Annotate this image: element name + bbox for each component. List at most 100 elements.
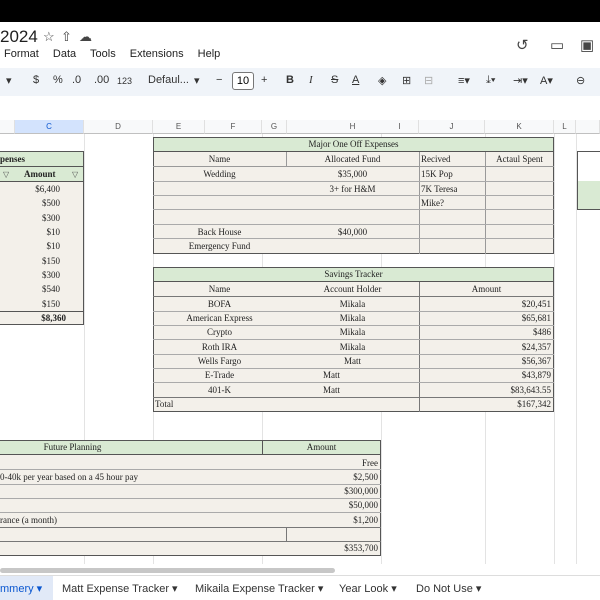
future-total[interactable]: $353,700 xyxy=(262,542,378,555)
menu-data[interactable]: Data xyxy=(53,48,76,60)
horizontal-scrollbar[interactable] xyxy=(0,568,335,573)
savings-row-holder[interactable]: Mikala xyxy=(286,298,419,311)
expense-value[interactable]: $6,400 xyxy=(0,183,60,196)
expense-value[interactable]: $150 xyxy=(0,298,60,311)
tab-matt-expense-tracker[interactable]: Matt Expense Tracker ▾ xyxy=(62,582,178,595)
text-color-button[interactable]: A xyxy=(352,74,359,86)
horizontal-align-icon[interactable]: ≡▾ xyxy=(458,74,470,87)
major-row-received[interactable]: 7K Teresa xyxy=(421,183,457,196)
column-header-m[interactable] xyxy=(576,120,600,134)
bold-button[interactable]: B xyxy=(286,74,294,86)
major-row-name[interactable]: Back House xyxy=(153,226,286,239)
column-header-c[interactable]: C xyxy=(15,120,84,134)
increase-decimal-button[interactable]: .00 xyxy=(94,74,109,86)
savings-row-name[interactable]: BOFA xyxy=(153,298,286,311)
expense-value[interactable]: $540 xyxy=(0,283,60,296)
tab-summary[interactable]: mmery ▾ xyxy=(0,582,42,595)
document-title[interactable]: 2024 xyxy=(0,27,38,47)
borders-icon[interactable]: ⊞ xyxy=(402,74,411,87)
decrease-decimal-button[interactable]: .0 xyxy=(72,74,81,86)
column-header-i[interactable]: I xyxy=(381,120,419,134)
comment-icon[interactable]: ▭ xyxy=(550,36,564,54)
savings-row-name[interactable]: Wells Fargo xyxy=(153,355,286,368)
font-size-input[interactable]: 10 xyxy=(232,72,254,90)
future-row-amount[interactable]: $300,000 xyxy=(262,485,378,498)
future-row-amount[interactable]: $2,500 xyxy=(262,471,378,484)
future-row-amount[interactable]: $50,000 xyxy=(262,499,378,512)
increase-font-button[interactable]: + xyxy=(261,74,267,86)
expense-value[interactable]: $300 xyxy=(0,212,60,225)
column-header-e[interactable]: E xyxy=(153,120,205,134)
savings-row-holder[interactable]: Mikala xyxy=(286,341,419,354)
tab-do-not-use[interactable]: Do Not Use ▾ xyxy=(416,582,481,595)
savings-row-amount[interactable]: $24,357 xyxy=(419,341,551,354)
italic-button[interactable]: I xyxy=(309,74,313,86)
major-row-name[interactable]: Emergency Fund xyxy=(153,240,286,253)
move-icon[interactable]: ⇧ xyxy=(61,29,72,45)
star-icon[interactable]: ☆ xyxy=(43,29,55,45)
column-header-g[interactable]: G xyxy=(262,120,287,134)
future-row-label[interactable]: rance (a month) xyxy=(0,514,57,527)
savings-row-amount[interactable]: $65,681 xyxy=(419,312,551,325)
column-header-k[interactable]: K xyxy=(485,120,554,134)
expense-value[interactable]: $10 xyxy=(0,240,61,253)
major-row-allocated[interactable]: 3+ for H&M xyxy=(286,183,419,196)
column-header-j[interactable]: J xyxy=(419,120,485,134)
tab-mikaila-expense-tracker[interactable]: Mikaila Expense Tracker ▾ xyxy=(195,582,323,595)
major-row-name[interactable]: Wedding xyxy=(153,168,286,181)
menu-format[interactable]: Format xyxy=(4,48,39,60)
savings-row-name[interactable]: Roth IRA xyxy=(153,341,286,354)
filter-icon[interactable]: ▽ xyxy=(72,168,78,181)
font-select[interactable]: Defaul... xyxy=(148,74,189,86)
future-row-label[interactable]: 0-40k per year based on a 45 hour pay xyxy=(0,471,138,484)
menu-tools[interactable]: Tools xyxy=(90,48,116,60)
history-icon[interactable]: ↺ xyxy=(516,36,529,54)
column-header-l[interactable]: L xyxy=(554,120,576,134)
savings-row-holder[interactable]: Mikala xyxy=(286,326,419,339)
expenses-total[interactable]: $8,360 xyxy=(0,312,66,325)
savings-row-holder[interactable]: Matt xyxy=(286,355,419,368)
tab-year-look[interactable]: Year Look ▾ xyxy=(339,582,397,595)
fill-color-icon[interactable]: ◈ xyxy=(378,74,386,87)
savings-row-name[interactable]: American Express xyxy=(153,312,286,325)
expense-value[interactable]: $150 xyxy=(0,255,60,268)
insert-link-icon[interactable]: ⊖ xyxy=(576,74,585,87)
filter-icon[interactable]: ▽ xyxy=(3,168,9,181)
savings-row-name[interactable]: E-Trade xyxy=(153,369,286,382)
savings-row-amount[interactable]: $486 xyxy=(419,326,551,339)
vertical-align-icon[interactable]: ⤓▾ xyxy=(486,74,495,87)
savings-total[interactable]: $167,342 xyxy=(419,398,551,411)
expense-value[interactable]: $10 xyxy=(0,226,61,239)
savings-row-amount[interactable]: $56,367 xyxy=(419,355,551,368)
column-header-partial[interactable] xyxy=(0,120,15,134)
merge-cells-icon[interactable]: ⊟ xyxy=(424,74,433,87)
column-header-d[interactable]: D xyxy=(84,120,153,134)
savings-row-amount[interactable]: $43,879 xyxy=(419,369,551,382)
savings-row-amount[interactable]: $20,451 xyxy=(419,298,551,311)
strikethrough-button[interactable]: S xyxy=(331,74,338,86)
expense-value[interactable]: $300 xyxy=(0,269,60,282)
currency-button[interactable]: $ xyxy=(33,74,39,86)
major-row-allocated[interactable]: $35,000 xyxy=(286,168,419,181)
savings-row-amount[interactable]: $83,643.55 xyxy=(419,384,552,397)
future-row-amount[interactable]: Free xyxy=(262,457,378,470)
major-row-received[interactable]: 15K Pop xyxy=(421,168,453,181)
column-header-f[interactable]: F xyxy=(205,120,262,134)
major-row-received[interactable]: Mike? xyxy=(421,197,444,210)
savings-row-holder[interactable]: Matt xyxy=(323,384,340,397)
percent-button[interactable]: % xyxy=(53,74,63,86)
cloud-icon[interactable]: ☁ xyxy=(79,29,92,45)
decrease-font-button[interactable]: − xyxy=(216,74,222,86)
savings-row-holder[interactable]: Mikala xyxy=(286,312,419,325)
expense-value[interactable]: $500 xyxy=(0,197,60,210)
major-row-allocated[interactable]: $40,000 xyxy=(286,226,419,239)
text-rotation-icon[interactable]: A▾ xyxy=(540,74,553,87)
text-wrap-icon[interactable]: ⇥▾ xyxy=(513,74,528,87)
video-icon[interactable]: ▣ xyxy=(580,36,594,54)
savings-row-holder[interactable]: Matt xyxy=(323,369,340,382)
future-row-amount[interactable]: $1,200 xyxy=(262,514,378,527)
more-formats-button[interactable]: 123 xyxy=(117,76,132,86)
chevron-down-icon[interactable]: ▾ xyxy=(6,74,12,87)
menu-help[interactable]: Help xyxy=(198,48,221,60)
font-dropdown-chevron-icon[interactable]: ▾ xyxy=(194,74,200,87)
